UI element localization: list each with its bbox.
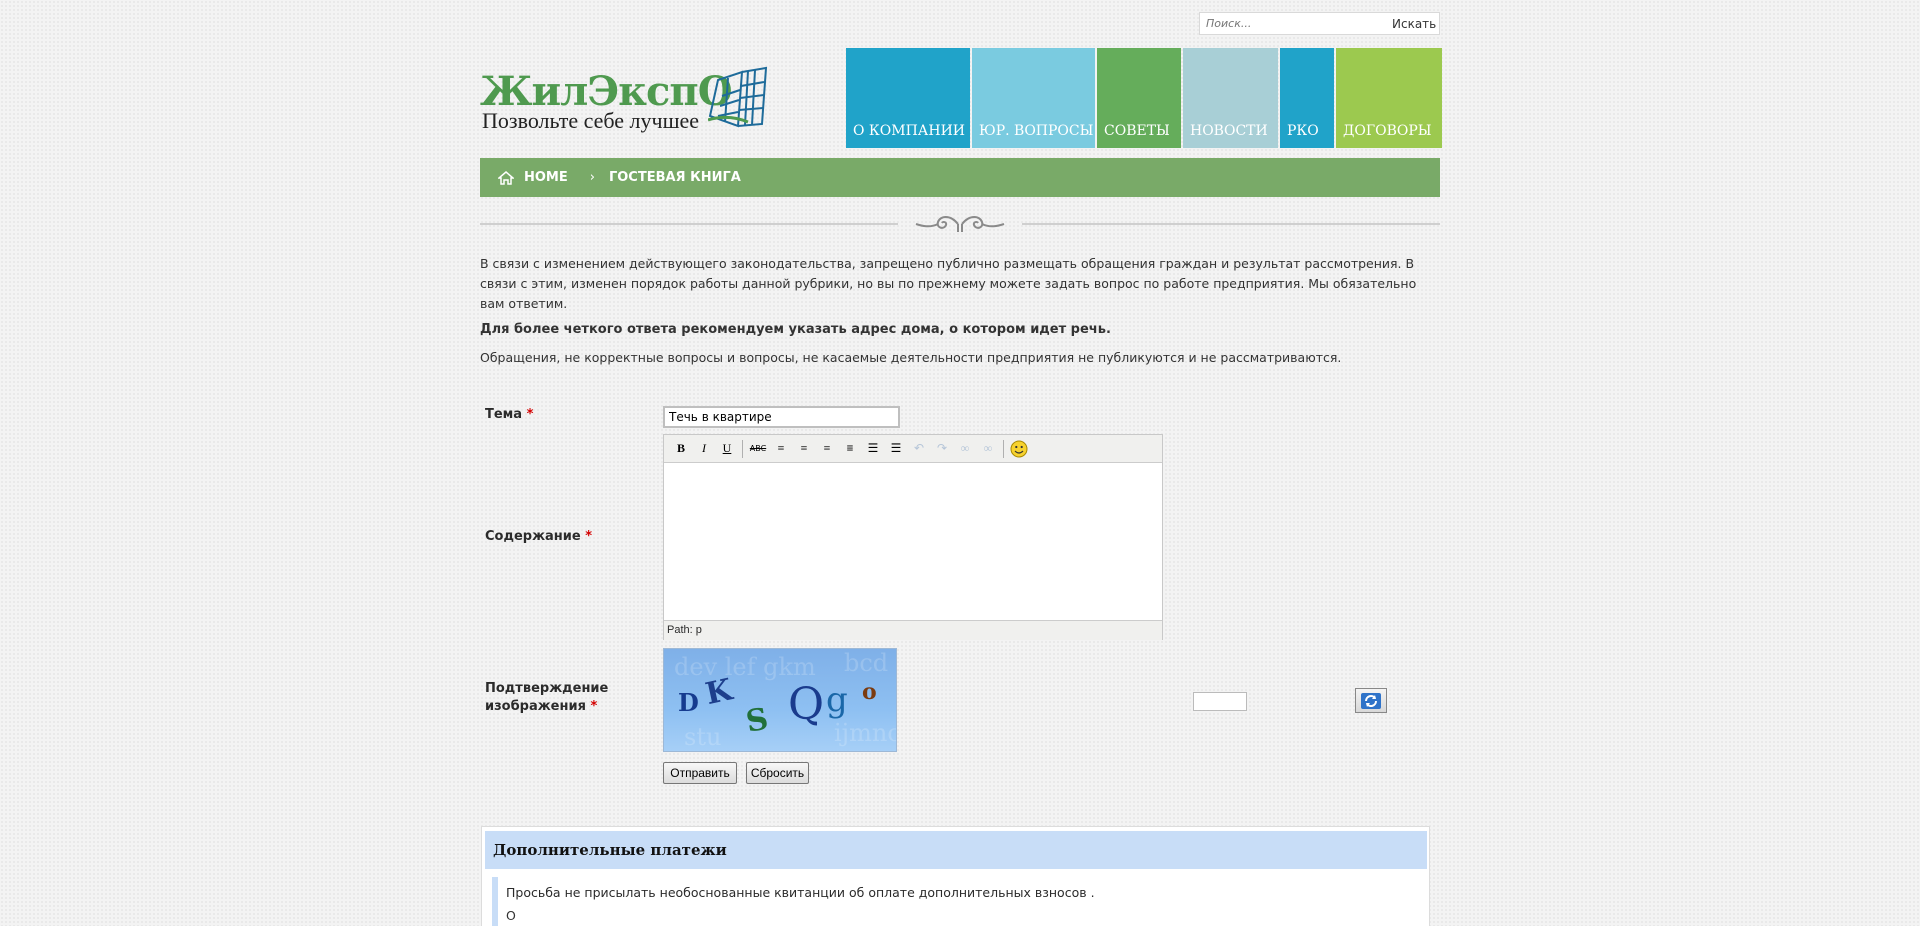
nav-item-legal[interactable]: ЮР. ВОПРОСЫ <box>972 48 1095 148</box>
svg-text:dev lef gkm: dev lef gkm <box>674 653 816 681</box>
italic-button[interactable]: I <box>693 439 715 459</box>
additional-payments-box: Дополнительные платежи Просьба не присыл… <box>481 826 1430 926</box>
underline-button[interactable]: U <box>716 439 738 459</box>
building-logo-icon <box>708 66 768 128</box>
breadcrumb-separator: › <box>589 170 595 185</box>
additional-payments-title: Дополнительные платежи <box>485 831 1427 869</box>
align-left-button[interactable]: ≡ <box>770 439 792 459</box>
breadcrumb-home[interactable]: HOME <box>524 170 568 185</box>
additional-payments-text: Просьба не присылать необоснованные квит… <box>506 885 1095 900</box>
intro-paragraph-3: Обращения, не корректные вопросы и вопро… <box>480 350 1342 365</box>
reset-button[interactable]: Сбросить <box>746 762 809 784</box>
nav-item-news[interactable]: НОВОСТИ <box>1183 48 1278 148</box>
intro-text: В связи с изменением действующего законо… <box>480 254 1440 372</box>
content-editor: B I U ABC ≡ ≡ ≡ ≡ ☰ ☰ ↶ ↷ ∞ ∞ Path: p <box>663 434 1163 640</box>
search-button[interactable]: Искать <box>1390 17 1436 31</box>
smiley-icon <box>1010 440 1028 457</box>
editor-text-area[interactable] <box>664 463 1162 620</box>
link-button[interactable]: ∞ <box>954 439 976 459</box>
additional-payments-note: Просьба не присылать необоснованные квит… <box>492 877 1429 926</box>
justify-button[interactable]: ≡ <box>839 439 861 459</box>
editor-status-path: Path: p <box>664 620 1162 640</box>
unlink-button[interactable]: ∞ <box>977 439 999 459</box>
align-center-button[interactable]: ≡ <box>793 439 815 459</box>
nav-item-company[interactable]: О КОМПАНИИ <box>846 48 970 148</box>
site-logo[interactable]: ЖилЭкспО Позвольте себе лучшее <box>480 38 780 150</box>
nav-item-rko[interactable]: РКО <box>1280 48 1334 148</box>
page-wrapper: Искать ЖилЭкспО Позвольте себе лучшее О … <box>480 0 1442 926</box>
subject-input[interactable] <box>663 406 900 428</box>
search-box: Искать <box>1199 12 1440 35</box>
align-right-button[interactable]: ≡ <box>816 439 838 459</box>
redo-button[interactable]: ↷ <box>931 439 953 459</box>
captcha-label: Подтверждение изображения * <box>485 681 609 714</box>
submit-button[interactable]: Отправить <box>663 762 737 784</box>
home-icon[interactable] <box>498 170 514 185</box>
main-nav: О КОМПАНИИ ЮР. ВОПРОСЫ СОВЕТЫ НОВОСТИ РК… <box>846 48 1442 148</box>
nav-item-contracts[interactable]: ДОГОВОРЫ <box>1336 48 1442 148</box>
intro-paragraph-1: В связи с изменением действующего законо… <box>480 256 1417 311</box>
svg-text:S: S <box>743 702 770 740</box>
ornament-icon <box>915 216 1005 232</box>
svg-text:Q: Q <box>788 679 824 730</box>
svg-text:ijmno: ijmno <box>834 719 897 747</box>
undo-button[interactable]: ↶ <box>908 439 930 459</box>
svg-text:o: o <box>862 679 877 705</box>
strikethrough-button[interactable]: ABC <box>747 439 769 459</box>
svg-text:bcd: bcd <box>844 649 888 677</box>
emoticon-button[interactable] <box>1008 439 1030 459</box>
bold-button[interactable]: B <box>670 439 692 459</box>
breadcrumb-current: ГОСТЕВАЯ КНИГА <box>608 170 741 185</box>
refresh-icon <box>1361 692 1381 709</box>
captcha-image: dev lef gkm bcd stu ijmno D K S Q g o <box>663 648 897 752</box>
intro-paragraph-bold: Для более четкого ответа рекомендуем ука… <box>480 322 1111 337</box>
numbered-list-button[interactable]: ☰ <box>885 439 907 459</box>
search-input[interactable] <box>1200 13 1390 34</box>
logo-tagline: Позвольте себе лучшее <box>482 108 700 133</box>
svg-text:D: D <box>678 688 699 717</box>
content-label: Содержание * <box>485 529 593 544</box>
captcha-refresh-button[interactable] <box>1355 688 1387 713</box>
editor-toolbar: B I U ABC ≡ ≡ ≡ ≡ ☰ ☰ ↶ ↷ ∞ ∞ <box>664 435 1162 463</box>
ornament-divider <box>480 212 1440 236</box>
svg-text:g: g <box>826 680 848 720</box>
captcha-input[interactable] <box>1193 692 1247 711</box>
breadcrumb: HOME › ГОСТЕВАЯ КНИГА <box>480 158 1440 197</box>
bullet-list-button[interactable]: ☰ <box>862 439 884 459</box>
subject-label: Тема * <box>485 407 534 422</box>
svg-text:stu: stu <box>684 723 721 751</box>
additional-payments-text-2: О <box>506 908 516 923</box>
nav-item-tips[interactable]: СОВЕТЫ <box>1097 48 1181 148</box>
